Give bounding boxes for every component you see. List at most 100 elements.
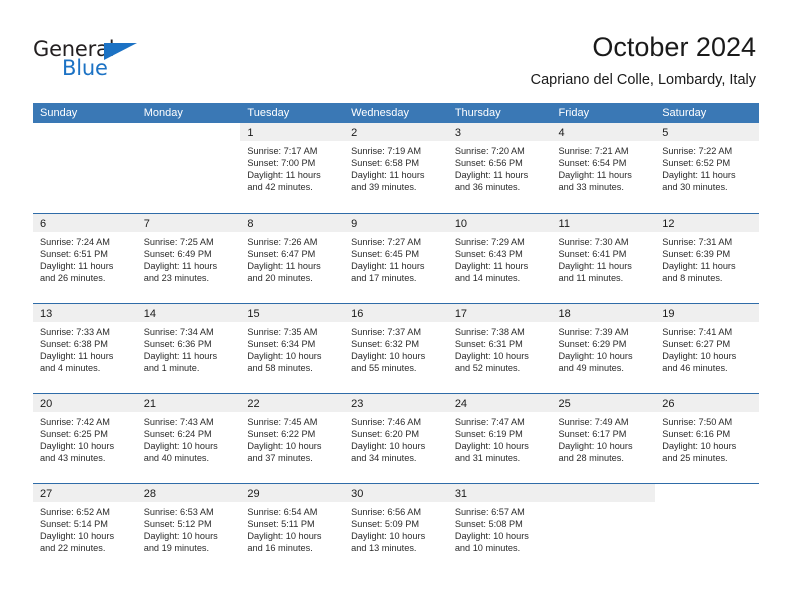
day-cell[interactable]: 11 Sunrise: 7:30 AM Sunset: 6:41 PM Dayligh…: [551, 214, 656, 303]
day-details: Sunrise: 7:35 AM Sunset: 6:34 PM Daylight:…: [240, 322, 344, 374]
general-blue-logo[interactable]: General Blue: [33, 38, 173, 84]
sunset-text: Sunset: 5:11 PM: [247, 519, 315, 530]
day-details: Sunrise: 7:38 AM Sunset: 6:31 PM Daylight:…: [448, 322, 552, 374]
weekday-header-thursday: Thursday: [454, 107, 501, 119]
day-cell[interactable]: 29 Sunrise: 6:54 AM Sunset: 5:11 PM Dayligh…: [240, 484, 345, 573]
daylight-text-line1: Daylight: 11 hours: [454, 170, 529, 181]
day-cell[interactable]: 5 Sunrise: 7:22 AM Sunset: 6:52 PM Daylight…: [655, 123, 759, 213]
day-cell[interactable]: 15 Sunrise: 7:35 AM Sunset: 6:34 PM Dayligh…: [240, 304, 345, 393]
day-number: 20: [40, 398, 53, 410]
day-cell[interactable]: 21 Sunrise: 7:43 AM Sunset: 6:24 PM Dayligh…: [136, 394, 241, 483]
daylight-text-line2: and 52 minutes.: [454, 363, 521, 374]
sunrise-text: Sunrise: 7:43 AM: [143, 417, 214, 427]
day-cell[interactable]: 16 Sunrise: 7:37 AM Sunset: 6:32 PM Dayligh…: [344, 304, 448, 393]
day-cell[interactable]: 18 Sunrise: 7:39 AM Sunset: 6:29 PM Dayligh…: [551, 304, 656, 393]
day-cell[interactable]: 1 Sunrise: 7:17 AM Sunset: 7:00 PM Daylight…: [240, 123, 345, 213]
day-number-band: 24: [447, 394, 552, 412]
sunset-text: Sunset: 6:43 PM: [454, 249, 523, 260]
day-cell[interactable]: 27 Sunrise: 6:52 AM Sunset: 5:14 PM Dayligh…: [33, 484, 137, 573]
daylight-text-line2: and 42 minutes.: [247, 182, 313, 193]
daylight-text-line1: Daylight: 10 hours: [143, 531, 218, 542]
day-number: 21: [143, 398, 156, 410]
day-number: 26: [662, 398, 675, 410]
sunrise-text: Sunrise: 7:47 AM: [454, 417, 525, 427]
daylight-text-line1: Daylight: 10 hours: [351, 441, 426, 452]
day-cell[interactable]: 28 Sunrise: 6:53 AM Sunset: 5:12 PM Dayligh…: [136, 484, 241, 573]
day-number-band: 27: [33, 484, 137, 502]
day-cell[interactable]: 19 Sunrise: 7:41 AM Sunset: 6:27 PM Dayligh…: [655, 304, 759, 393]
daylight-text-line1: Daylight: 11 hours: [558, 261, 632, 272]
daylight-text-line2: and 43 minutes.: [40, 453, 106, 464]
day-details: Sunrise: 7:37 AM Sunset: 6:32 PM Daylight:…: [344, 322, 448, 374]
sunrise-text: Sunrise: 7:22 AM: [662, 146, 733, 156]
day-cell[interactable]: 22 Sunrise: 7:45 AM Sunset: 6:22 PM Dayligh…: [240, 394, 345, 483]
day-cell[interactable]: 3 Sunrise: 7:20 AM Sunset: 6:56 PM Daylight…: [447, 123, 552, 213]
day-number: 14: [143, 308, 156, 320]
daylight-text-line2: and 10 minutes.: [454, 543, 521, 554]
weekday-header-saturday: Saturday: [662, 107, 707, 119]
day-number-band: [551, 484, 656, 502]
sunrise-text: Sunrise: 7:41 AM: [662, 327, 733, 337]
day-cell[interactable]: 4 Sunrise: 7:21 AM Sunset: 6:54 PM Daylight…: [551, 123, 656, 213]
day-details: Sunrise: 7:33 AM Sunset: 6:38 PM Daylight:…: [33, 322, 137, 374]
day-cell[interactable]: 26 Sunrise: 7:50 AM Sunset: 6:16 PM Dayligh…: [655, 394, 759, 483]
day-cell[interactable]: 23 Sunrise: 7:46 AM Sunset: 6:20 PM Dayligh…: [344, 394, 448, 483]
day-cell[interactable]: 8 Sunrise: 7:26 AM Sunset: 6:47 PM Daylight…: [240, 214, 345, 303]
day-cell[interactable]: 13 Sunrise: 7:33 AM Sunset: 6:38 PM Dayligh…: [33, 304, 137, 393]
weekday-header-tuesday: Tuesday: [247, 107, 290, 119]
calendar-week-row: 6 Sunrise: 7:24 AM Sunset: 6:51 PM Daylight…: [33, 213, 759, 303]
calendar-weeks: 1 Sunrise: 7:17 AM Sunset: 7:00 PM Daylight…: [33, 123, 759, 573]
sunset-text: Sunset: 6:39 PM: [662, 249, 731, 260]
day-cell[interactable]: 12 Sunrise: 7:31 AM Sunset: 6:39 PM Dayligh…: [655, 214, 759, 303]
day-number-band: [137, 123, 241, 141]
day-number: 8: [247, 218, 254, 230]
sunset-text: Sunset: 6:31 PM: [454, 339, 523, 350]
logo-text-blue: Blue: [62, 56, 108, 80]
sunset-text: Sunset: 6:52 PM: [662, 158, 731, 169]
sunset-text: Sunset: 6:58 PM: [351, 158, 420, 169]
calendar-week-row: 20 Sunrise: 7:42 AM Sunset: 6:25 PM Dayligh…: [33, 393, 759, 483]
day-cell-empty: [551, 484, 656, 573]
daylight-text-line1: Daylight: 10 hours: [351, 351, 426, 362]
day-cell[interactable]: 17 Sunrise: 7:38 AM Sunset: 6:31 PM Dayligh…: [447, 304, 552, 393]
day-number-band: 7: [136, 214, 241, 232]
day-cell[interactable]: 2 Sunrise: 7:19 AM Sunset: 6:58 PM Daylight…: [344, 123, 448, 213]
day-number: 30: [351, 488, 364, 500]
day-cell[interactable]: 31 Sunrise: 6:57 AM Sunset: 5:08 PM Dayligh…: [447, 484, 552, 573]
day-details: Sunrise: 7:26 AM Sunset: 6:47 PM Daylight:…: [240, 232, 344, 284]
sunrise-text: Sunrise: 7:20 AM: [454, 146, 525, 156]
day-number-band: 20: [33, 394, 137, 412]
day-number-band: 25: [551, 394, 656, 412]
sunrise-text: Sunrise: 7:17 AM: [247, 146, 318, 156]
day-details: Sunrise: 7:19 AM Sunset: 6:58 PM Daylight:…: [344, 141, 448, 193]
day-number: 16: [351, 308, 364, 320]
day-number-band: 23: [344, 394, 448, 412]
day-cell[interactable]: 9 Sunrise: 7:27 AM Sunset: 6:45 PM Daylight…: [344, 214, 448, 303]
day-cell[interactable]: 25 Sunrise: 7:49 AM Sunset: 6:17 PM Dayligh…: [551, 394, 656, 483]
weekday-header-wednesday: Wednesday: [351, 107, 409, 119]
day-number-band: 5: [655, 123, 759, 141]
sunrise-text: Sunrise: 7:34 AM: [143, 327, 214, 337]
day-number-band: 12: [655, 214, 759, 232]
sunset-text: Sunset: 5:08 PM: [454, 519, 523, 530]
day-cell[interactable]: 14 Sunrise: 7:34 AM Sunset: 6:36 PM Dayligh…: [136, 304, 241, 393]
day-details: Sunrise: 7:47 AM Sunset: 6:19 PM Daylight:…: [448, 412, 552, 464]
daylight-text-line1: Daylight: 10 hours: [351, 531, 426, 542]
day-cell[interactable]: 24 Sunrise: 7:47 AM Sunset: 6:19 PM Dayligh…: [447, 394, 552, 483]
daylight-text-line1: Daylight: 10 hours: [662, 351, 737, 362]
daylight-text-line2: and 17 minutes.: [351, 273, 417, 284]
day-cell[interactable]: 10 Sunrise: 7:29 AM Sunset: 6:43 PM Dayligh…: [447, 214, 552, 303]
daylight-text-line1: Daylight: 10 hours: [454, 441, 529, 452]
day-cell[interactable]: 30 Sunrise: 6:56 AM Sunset: 5:09 PM Dayligh…: [344, 484, 448, 573]
day-cell[interactable]: 20 Sunrise: 7:42 AM Sunset: 6:25 PM Dayligh…: [33, 394, 137, 483]
daylight-text-line1: Daylight: 11 hours: [40, 351, 114, 362]
day-cell[interactable]: 7 Sunrise: 7:25 AM Sunset: 6:49 PM Daylight…: [136, 214, 241, 303]
daylight-text-line1: Daylight: 11 hours: [143, 261, 218, 272]
sunrise-text: Sunrise: 7:26 AM: [247, 237, 318, 247]
sunset-text: Sunset: 6:47 PM: [247, 249, 316, 260]
day-cell[interactable]: 6 Sunrise: 7:24 AM Sunset: 6:51 PM Daylight…: [33, 214, 137, 303]
sunset-text: Sunset: 6:24 PM: [143, 429, 212, 440]
day-number: 3: [454, 127, 461, 139]
daylight-text-line1: Daylight: 10 hours: [40, 531, 115, 542]
sunset-text: Sunset: 6:19 PM: [454, 429, 523, 440]
